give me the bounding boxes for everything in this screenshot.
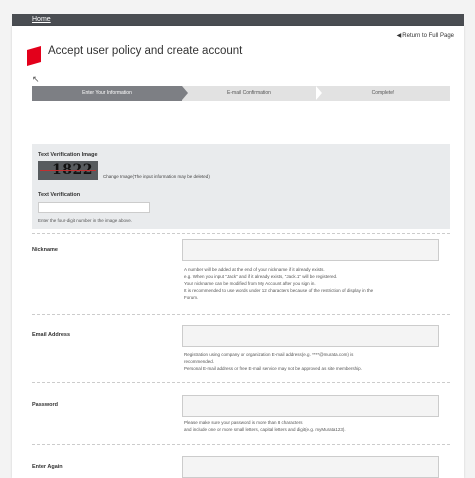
step-enter-information: Enter Your Information [32, 86, 188, 101]
password-input[interactable] [182, 395, 439, 417]
step-label: Enter Your Information [82, 90, 132, 96]
step-label: E-mail Confirmation [227, 90, 271, 96]
nickname-note: Your nickname can be modified from My Ac… [184, 281, 316, 286]
password-label: Password [32, 402, 58, 408]
back-arrow-icon: ◀ [396, 33, 402, 39]
divider [32, 314, 450, 315]
nickname-note: A number will be added at the end of you… [184, 267, 325, 272]
divider [32, 382, 450, 383]
nickname-note: e.g. When you input "Jack" and if it alr… [184, 274, 338, 279]
step-label: Complete! [371, 90, 395, 96]
password-notes: Please make sure your password is more t… [184, 419, 442, 433]
email-notes: Registration using company or organizati… [184, 351, 442, 372]
nickname-notes: A number will be added at the end of you… [184, 266, 442, 301]
email-note: Personal E-mail address or free E-mail s… [184, 366, 362, 371]
captcha-image-label: Text Verification Image [38, 152, 98, 158]
mouse-cursor-icon: ↖ [32, 74, 40, 84]
top-nav-bar: Home [12, 14, 464, 26]
change-image-link[interactable]: Change Image(The input information may b… [103, 174, 210, 179]
page-title: Accept user policy and create account [48, 45, 243, 57]
password-note: Please make sure your password is more t… [184, 420, 303, 425]
text-verification-hint: Enter the four-digit number in the image… [38, 218, 133, 223]
text-verification-label: Text Verification [38, 192, 81, 198]
divider [32, 444, 450, 445]
nickname-label: Nickname [32, 247, 58, 253]
divider [32, 233, 450, 234]
email-label: Email Address [32, 332, 71, 338]
step-complete: Complete! [316, 86, 450, 101]
brand-mark-icon [27, 46, 41, 66]
enter-again-label: Enter Again [32, 464, 63, 470]
nickname-note: Forum. [184, 295, 199, 300]
captcha-image: 1822 [38, 161, 98, 180]
return-link-label: Return to Full Page [402, 33, 454, 39]
main-panel: Accept user policy and create account ◀R… [12, 26, 464, 478]
progress-steps: Enter Your Information E-mail Confirmati… [32, 86, 450, 101]
email-note: recommended. [184, 359, 215, 364]
home-link[interactable]: Home [32, 14, 51, 26]
nickname-note: It is recommended to use words under 12 … [184, 288, 374, 293]
step-email-confirmation: E-mail Confirmation [182, 86, 322, 101]
password-confirm-input[interactable] [182, 456, 439, 478]
email-input[interactable] [182, 325, 439, 347]
email-note: Registration using company or organizati… [184, 352, 354, 357]
return-to-full-page-link[interactable]: ◀Return to Full Page [397, 32, 454, 39]
password-note: and include one or more small letters, c… [184, 427, 346, 432]
text-verification-input[interactable] [38, 202, 150, 213]
nickname-input[interactable] [182, 239, 439, 261]
text-verification-section: Text Verification Image 1822 Change Imag… [32, 144, 450, 229]
